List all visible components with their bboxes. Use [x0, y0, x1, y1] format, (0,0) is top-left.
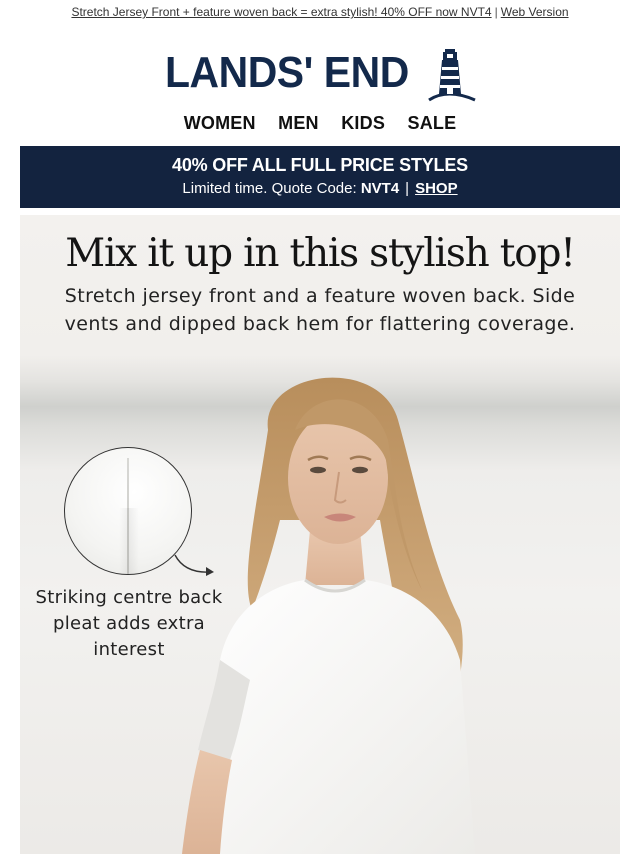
preheader-link[interactable]: Stretch Jersey Front + feature woven bac…: [71, 5, 491, 19]
shop-link[interactable]: SHOP: [415, 180, 458, 197]
preheader-separator: |: [494, 5, 498, 19]
brand-wordmark: LANDS' END: [165, 48, 409, 97]
nav-men[interactable]: MEN: [278, 112, 319, 134]
detail-caption: Striking centre back pleat adds extra in…: [35, 587, 223, 660]
preheader: Stretch Jersey Front + feature woven bac…: [0, 4, 640, 20]
hero-subhead: Stretch jersey front and a feature woven…: [64, 285, 576, 335]
main-nav: WOMEN MEN KIDS SALE: [0, 112, 640, 134]
nav-sale[interactable]: SALE: [407, 112, 456, 134]
nav-women[interactable]: WOMEN: [184, 112, 256, 134]
promo-code: NVT4: [360, 180, 400, 197]
nav-kids[interactable]: KIDS: [341, 112, 385, 134]
promo-lead: Limited time. Quote Code:: [182, 180, 357, 197]
brand-logo[interactable]: LANDS' END: [165, 46, 477, 102]
hero-image[interactable]: Mix it up in this stylish top! Stretch j…: [20, 215, 620, 854]
web-version-link[interactable]: Web Version: [501, 5, 569, 19]
promo-separator: |: [405, 180, 410, 197]
pleat-shadow: [119, 508, 139, 574]
promo-banner[interactable]: 40% OFF ALL FULL PRICE STYLES Limited ti…: [20, 146, 620, 208]
hero-headline: Mix it up in this stylish top!: [65, 231, 576, 276]
promo-title: 40% OFF ALL FULL PRICE STYLES: [172, 155, 468, 175]
lighthouse-icon: [428, 49, 476, 102]
promo-subline: Limited time. Quote Code: NVT4 | SHOP: [20, 179, 620, 199]
curved-arrow-icon: [174, 554, 214, 576]
